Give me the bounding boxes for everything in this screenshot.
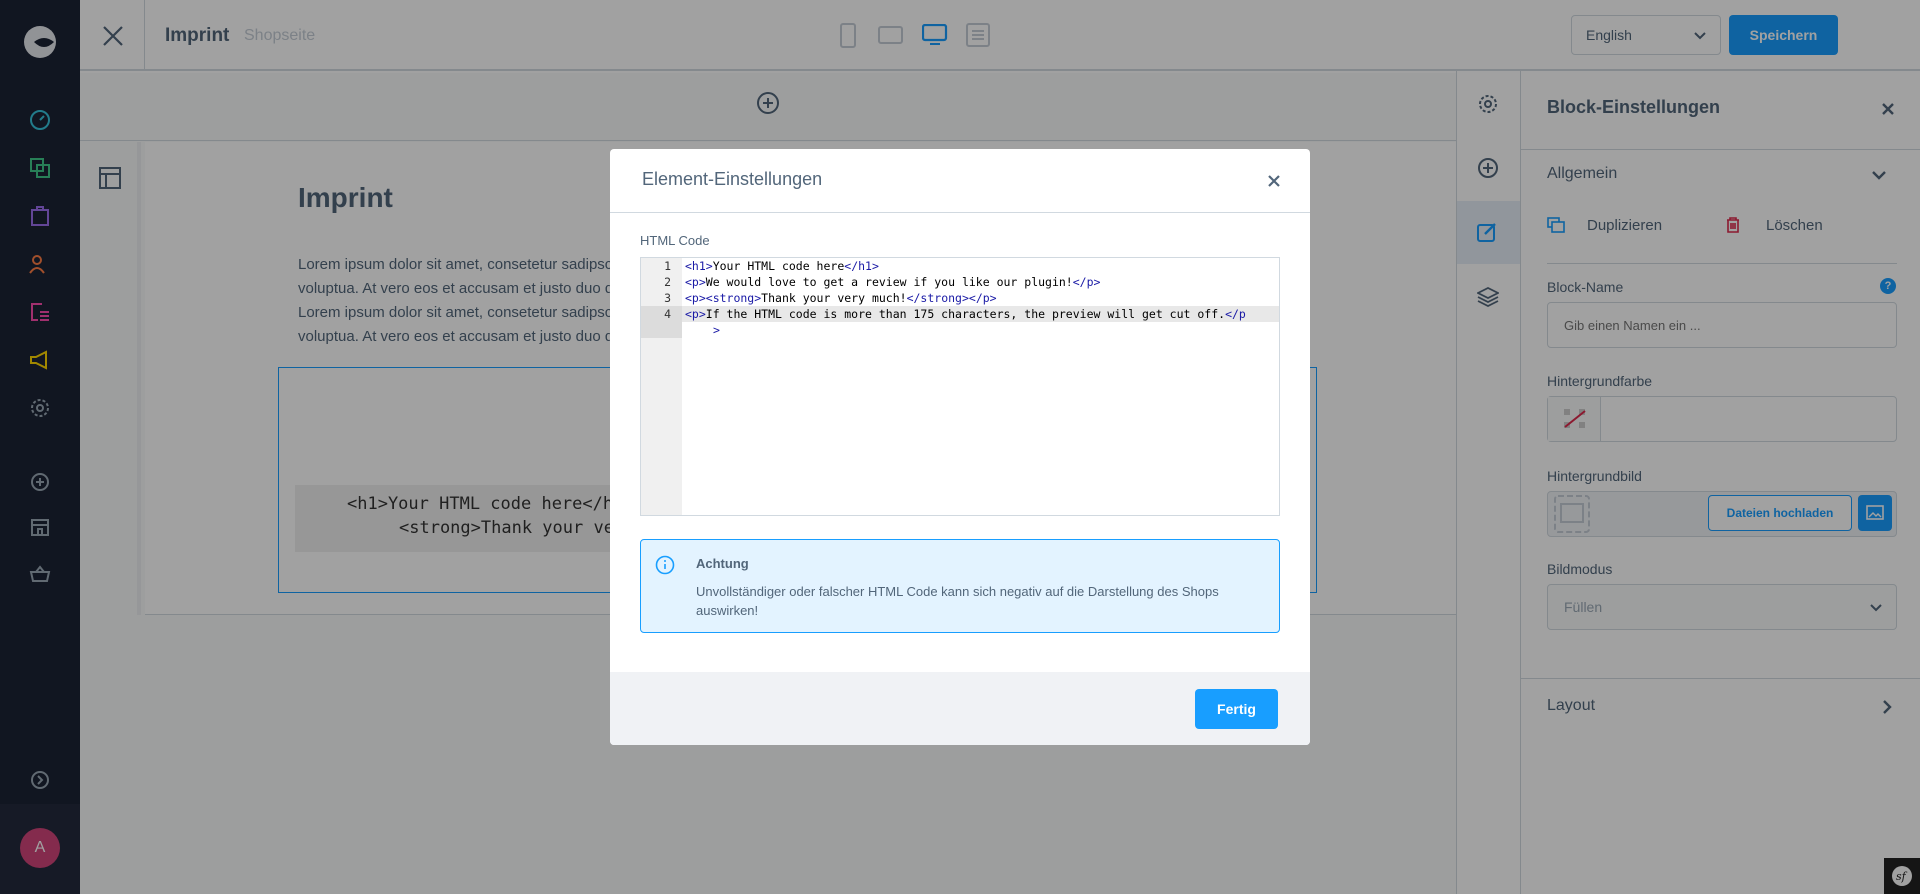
done-button[interactable]: Fertig (1195, 689, 1278, 729)
code-tag: <p> (685, 307, 706, 321)
code-tag: <p> (685, 275, 706, 289)
modal-title: Element-Einstellungen (642, 169, 823, 189)
code-text: We would love to get a review if you lik… (705, 275, 1073, 289)
html-code-editor[interactable]: 1 <h1>Your HTML code here</h1> 2 <p>We woul… (640, 257, 1280, 516)
code-text: If the HTML code is more than 175 charac… (705, 307, 1226, 321)
code-line[interactable]: 4 <p>If the HTML code is more than 175 ch… (641, 306, 1279, 322)
code-line[interactable]: 3 <p><strong>Thank your very much!</stron… (641, 290, 1279, 306)
alert-text: Unvollständiger oder falscher HTML Code … (696, 584, 1219, 618)
html-code-label: HTML Code (640, 233, 710, 248)
line-number: 4 (664, 307, 671, 321)
code-tag: <p><strong> (685, 291, 762, 305)
code-line[interactable]: 1 <h1>Your HTML code here</h1> (641, 258, 1279, 274)
code-text: Your HTML code here (712, 259, 845, 273)
info-icon (655, 555, 675, 575)
code-text: Thank your very much! (761, 291, 907, 305)
element-settings-modal: Element-Einstellungen HTML Code 1 <h1>You… (610, 149, 1310, 745)
line-number: 3 (664, 291, 671, 305)
code-tag: <h1> (685, 259, 713, 273)
code-tag: </p> (1072, 275, 1101, 289)
warning-alert: Achtung Unvollständiger oder falscher HT… (640, 539, 1280, 633)
code-tag: </h1> (844, 259, 879, 273)
line-number: 2 (664, 275, 671, 289)
line-number: 1 (664, 259, 671, 273)
code-tag: </p (1225, 307, 1246, 321)
close-icon[interactable] (1268, 175, 1280, 187)
code-line-wrap: > (713, 323, 720, 337)
alert-title: Achtung (696, 556, 749, 571)
code-line[interactable]: 2 <p>We would love to get a review if you… (641, 274, 1279, 290)
code-tag: </strong></p> (906, 291, 997, 305)
